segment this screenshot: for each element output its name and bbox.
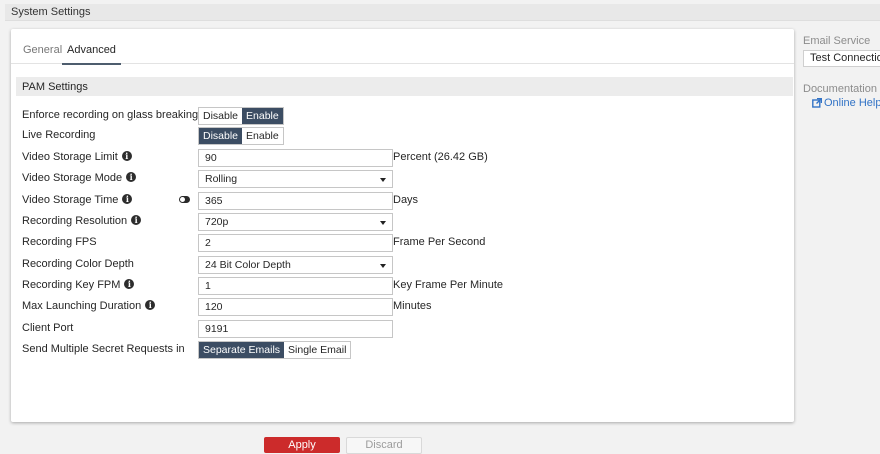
row-video-storage-time: Video Storage Time i 365 Days bbox=[11, 192, 794, 210]
test-connection-button[interactable]: Test Connection bbox=[803, 50, 880, 67]
row-glass-breaking: Enforce recording on glass breaking Disa… bbox=[11, 107, 794, 125]
recording-color-depth-label: Recording Color Depth bbox=[22, 258, 134, 270]
email-service-title: Email Service bbox=[803, 35, 871, 47]
live-recording-toggle: Disable Enable bbox=[198, 127, 284, 145]
max-launching-duration-label: Max Launching Duration i bbox=[22, 300, 156, 312]
recording-key-fpm-label-text: Recording Key FPM bbox=[22, 279, 121, 291]
live-recording-disable-option[interactable]: Disable bbox=[199, 128, 243, 144]
dropdown-caret-icon bbox=[380, 178, 386, 182]
recording-fps-label: Recording FPS bbox=[22, 236, 97, 248]
row-recording-color-depth: Recording Color Depth 24 Bit Color Depth bbox=[11, 256, 794, 274]
page-title: System Settings bbox=[11, 6, 91, 18]
secret-requests-toggle: Separate Emails Single Email bbox=[198, 341, 352, 359]
recording-color-depth-select[interactable]: 24 Bit Color Depth bbox=[198, 256, 393, 274]
row-max-launching-duration: Max Launching Duration i 120 Minutes bbox=[11, 298, 794, 316]
row-recording-fps: Recording FPS 2 Frame Per Second bbox=[11, 234, 794, 252]
page-header: System Settings bbox=[5, 4, 880, 21]
max-launching-duration-suffix: Minutes bbox=[393, 300, 432, 312]
recording-resolution-select[interactable]: 720p bbox=[198, 213, 393, 231]
row-video-storage-mode: Video Storage Mode i Rolling bbox=[11, 170, 794, 188]
discard-button[interactable]: Discard bbox=[346, 437, 422, 454]
recording-resolution-label: Recording Resolution i bbox=[22, 215, 142, 227]
video-storage-time-input[interactable]: 365 bbox=[198, 192, 393, 210]
info-icon[interactable]: i bbox=[126, 172, 137, 182]
video-storage-time-label-text: Video Storage Time bbox=[22, 194, 119, 206]
single-email-option[interactable]: Single Email bbox=[284, 342, 350, 358]
section-title: PAM Settings bbox=[22, 81, 88, 93]
live-recording-enable-option[interactable]: Enable bbox=[242, 128, 283, 144]
info-icon[interactable]: i bbox=[121, 151, 132, 161]
row-recording-resolution: Recording Resolution i 720p bbox=[11, 213, 794, 231]
dropdown-caret-icon bbox=[380, 221, 386, 225]
settings-card: General Advanced PAM Settings Enforce re… bbox=[11, 29, 794, 422]
video-storage-limit-label-text: Video Storage Limit bbox=[22, 151, 118, 163]
video-storage-time-suffix: Days bbox=[393, 194, 419, 206]
video-storage-limit-suffix: Percent (26.42 GB) bbox=[393, 151, 488, 163]
tab-advanced[interactable]: Advanced bbox=[62, 44, 121, 65]
row-secret-requests: Send Multiple Secret Requests in Separat… bbox=[11, 341, 794, 359]
secret-requests-label: Send Multiple Secret Requests in bbox=[22, 343, 185, 355]
video-storage-time-label: Video Storage Time i bbox=[22, 194, 133, 206]
info-icon[interactable]: i bbox=[131, 215, 142, 225]
recording-fps-input[interactable]: 2 bbox=[198, 234, 393, 252]
info-icon[interactable]: i bbox=[122, 194, 133, 204]
section-header: PAM Settings bbox=[16, 77, 793, 96]
recording-color-depth-value: 24 Bit Color Depth bbox=[205, 259, 291, 271]
glass-breaking-disable-option[interactable]: Disable bbox=[199, 108, 242, 124]
documentation-title: Documentation bbox=[803, 83, 877, 95]
info-icon[interactable]: i bbox=[145, 300, 156, 310]
max-launching-duration-input[interactable]: 120 bbox=[198, 298, 393, 316]
recording-fps-suffix: Frame Per Second bbox=[393, 236, 486, 248]
apply-button[interactable]: Apply bbox=[264, 437, 340, 453]
separate-emails-option[interactable]: Separate Emails bbox=[199, 342, 285, 358]
row-live-recording: Live Recording Disable Enable bbox=[11, 127, 794, 145]
row-video-storage-limit: Video Storage Limit i 90 Percent (26.42 G… bbox=[11, 149, 794, 167]
recording-key-fpm-suffix: Key Frame Per Minute bbox=[393, 279, 504, 291]
info-icon[interactable]: i bbox=[124, 279, 135, 289]
row-recording-key-fpm: Recording Key FPM i 1 Key Frame Per Minut… bbox=[11, 277, 794, 295]
toggle-icon[interactable] bbox=[179, 196, 190, 203]
live-recording-label: Live Recording bbox=[22, 129, 96, 141]
recording-key-fpm-label: Recording Key FPM i bbox=[22, 279, 135, 291]
client-port-label: Client Port bbox=[22, 322, 74, 334]
video-storage-mode-label: Video Storage Mode i bbox=[22, 172, 137, 184]
tab-general[interactable]: General bbox=[23, 44, 62, 56]
video-storage-limit-label: Video Storage Limit i bbox=[22, 151, 132, 163]
video-storage-limit-input[interactable]: 90 bbox=[198, 149, 393, 167]
tab-bar: General Advanced bbox=[11, 29, 794, 65]
video-storage-mode-select[interactable]: Rolling bbox=[198, 170, 393, 188]
dropdown-caret-icon bbox=[380, 264, 386, 268]
external-link-icon bbox=[812, 97, 823, 108]
recording-key-fpm-input[interactable]: 1 bbox=[198, 277, 393, 295]
recording-resolution-label-text: Recording Resolution bbox=[22, 215, 128, 227]
glass-breaking-enable-option[interactable]: Enable bbox=[242, 108, 283, 124]
video-storage-mode-label-text: Video Storage Mode bbox=[22, 172, 123, 184]
client-port-input[interactable]: 9191 bbox=[198, 320, 393, 338]
online-help-label: Online Help bbox=[824, 97, 880, 109]
glass-breaking-label: Enforce recording on glass breaking bbox=[22, 109, 199, 121]
glass-breaking-toggle: Disable Enable bbox=[198, 107, 284, 125]
max-launching-duration-label-text: Max Launching Duration bbox=[22, 300, 142, 312]
row-client-port: Client Port 9191 bbox=[11, 320, 794, 338]
recording-resolution-value: 720p bbox=[205, 216, 229, 228]
online-help-link[interactable]: Online Help bbox=[812, 97, 880, 109]
video-storage-mode-value: Rolling bbox=[205, 173, 238, 185]
